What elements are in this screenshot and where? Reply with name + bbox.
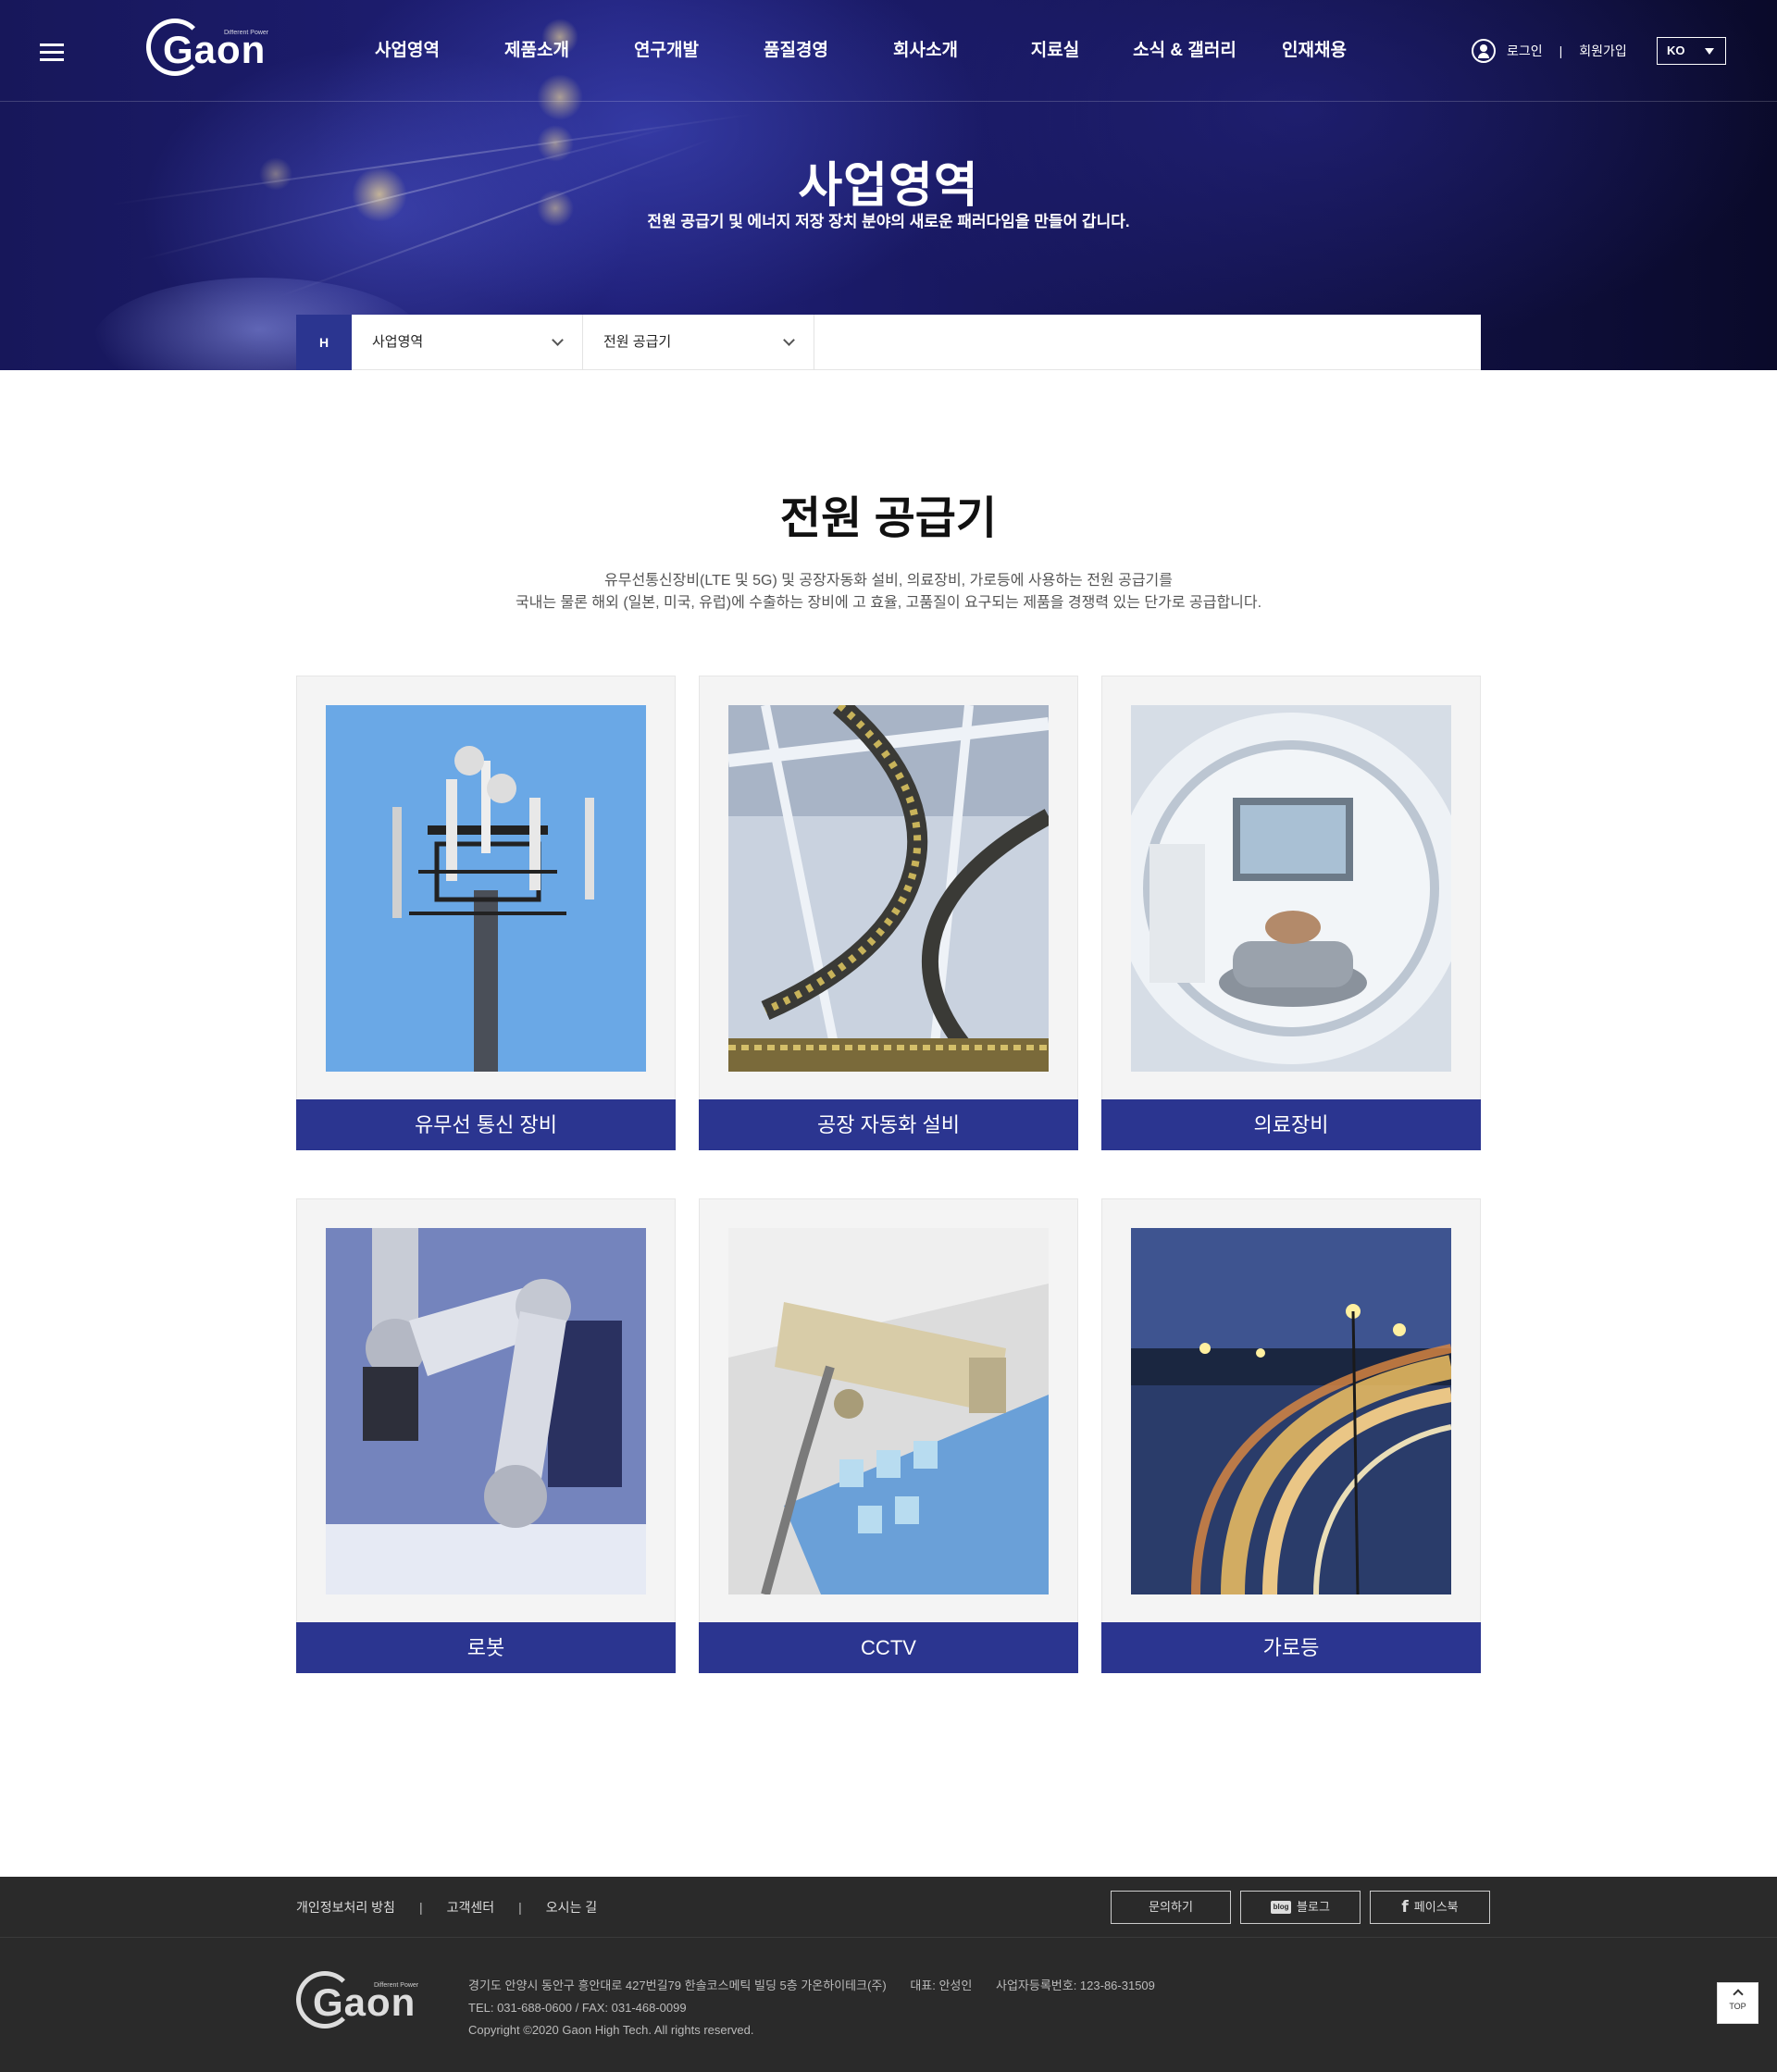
street-lights-photo [1131, 1228, 1451, 1594]
footer-logo-tagline: Different Power [374, 1982, 419, 1989]
breadcrumb-level1-label: 사업영역 [372, 334, 424, 350]
hamburger-menu-icon[interactable] [40, 43, 64, 62]
breadcrumb-level2-select[interactable]: 전원 공급기 [583, 315, 814, 370]
nav-products[interactable]: 제품소개 [472, 0, 602, 102]
blog-button-label: 블로그 [1297, 1900, 1330, 1914]
section-description-line2: 국내는 물론 해외 (일본, 미국, 유럽)에 수출하는 장비에 고 효율, 고… [515, 595, 1262, 611]
nav-careers[interactable]: 인재채용 [1249, 0, 1379, 102]
nav-news-gallery[interactable]: 소식 & 갤러리 [1120, 0, 1249, 102]
user-utility: 로그인 | 회원가입 [1472, 37, 1627, 65]
card-street-lights[interactable]: 가로등 [1101, 1198, 1481, 1673]
footer-buttons: 문의하기 blog 블로그 f 페이스북 [1101, 1891, 1490, 1924]
main-nav: 사업영역 제품소개 연구개발 품질경영 회사소개 지료실 소식 & 갤러리 인재… [342, 0, 1379, 102]
business-number: 사업자등록번호: 123-86-31509 [995, 1979, 1155, 1992]
card-telecom[interactable]: 유무선 통신 장비 [296, 676, 676, 1150]
nav-resources[interactable]: 지료실 [990, 0, 1120, 102]
card-label: 로봇 [296, 1622, 676, 1673]
cell-tower-photo [326, 705, 646, 1072]
card-robot[interactable]: 로봇 [296, 1198, 676, 1673]
card-label: 유무선 통신 장비 [296, 1099, 676, 1150]
chevron-down-icon [783, 334, 795, 346]
scroll-top-label: TOP [1729, 2002, 1746, 2011]
gaon-logo[interactable]: Gaon Different Power [146, 15, 276, 80]
cctv-camera-photo [728, 1228, 1049, 1594]
arrow-up-icon [1732, 1989, 1744, 2000]
util-separator: | [1559, 43, 1563, 58]
inquiry-button-label: 문의하기 [1149, 1900, 1193, 1914]
directions-link[interactable]: 오시는 길 [546, 1898, 597, 1917]
section-description: 유무선통신장비(LTE 및 5G) 및 공장자동화 설비, 의료장비, 가로등에… [0, 570, 1777, 614]
breadcrumb-level2-label: 전원 공급기 [603, 334, 672, 350]
mri-scanner-photo [1131, 705, 1451, 1072]
robot-arm-photo [326, 1228, 646, 1594]
facebook-button-label: 페이스북 [1413, 1900, 1459, 1914]
caret-down-icon [1705, 48, 1714, 55]
card-label: 공장 자동화 설비 [699, 1099, 1078, 1150]
blog-icon: blog [1271, 1901, 1292, 1914]
footer-top: 개인정보처리 방침 | 고객센터 | 오시는 길 문의하기 blog 블로그 f… [0, 1877, 1777, 1938]
copyright: Copyright ©2020 Gaon High Tech. All righ… [468, 2023, 754, 2037]
company-contact: TEL: 031-688-0600 / FAX: 031-468-0099 [468, 2001, 687, 2015]
facebook-button[interactable]: f 페이스북 [1370, 1891, 1490, 1924]
nav-business[interactable]: 사업영역 [342, 0, 472, 102]
login-link[interactable]: 로그인 [1507, 42, 1543, 60]
company-address: 경기도 안양시 동안구 흥안대로 427번길79 한솔코스메틱 빌딩 5층 가온… [468, 1979, 887, 1992]
company-info: 경기도 안양시 동안구 흥안대로 427번길79 한솔코스메틱 빌딩 5층 가온… [468, 1975, 1175, 2041]
footer-links: 개인정보처리 방침 | 고객센터 | 오시는 길 [296, 1877, 597, 1938]
user-icon[interactable] [1472, 39, 1496, 63]
card-cctv[interactable]: CCTV [699, 1198, 1078, 1673]
breadcrumb-home-button[interactable]: H [296, 315, 352, 370]
facebook-icon: f [1401, 1898, 1409, 1917]
footer-bottom: Gaon Different Power 경기도 안양시 동안구 흥안대로 42… [0, 1938, 1777, 2072]
signup-link[interactable]: 회원가입 [1579, 42, 1627, 60]
breadcrumb: H 사업영역 전원 공급기 [296, 315, 1481, 370]
card-label: 의료장비 [1101, 1099, 1481, 1150]
card-medical[interactable]: 의료장비 [1101, 676, 1481, 1150]
factory-conveyor-photo [728, 705, 1049, 1072]
inquiry-button[interactable]: 문의하기 [1111, 1891, 1231, 1924]
page-subtitle: 전원 공급기 및 에너지 저장 장치 분야의 새로운 패러다임을 만들어 갑니다… [647, 213, 1130, 230]
company-ceo: 대표: 안성인 [910, 1979, 973, 1992]
section-title: 전원 공급기 [779, 494, 998, 543]
top-navigation: Gaon Different Power 사업영역 제품소개 연구개발 품질경영… [0, 0, 1777, 102]
privacy-policy-link[interactable]: 개인정보처리 방침 [296, 1898, 395, 1917]
blog-button[interactable]: blog 블로그 [1240, 1891, 1361, 1924]
nav-research[interactable]: 연구개발 [602, 0, 731, 102]
chevron-down-icon [552, 334, 564, 346]
scroll-top-button[interactable]: TOP [1717, 1982, 1758, 2024]
footer-link-separator: | [518, 1900, 522, 1915]
nav-company[interactable]: 회사소개 [861, 0, 990, 102]
card-label: 가로등 [1101, 1622, 1481, 1673]
card-label: CCTV [699, 1622, 1078, 1673]
language-select[interactable]: KO [1657, 37, 1726, 65]
footer-link-separator: | [418, 1900, 423, 1915]
customer-center-link[interactable]: 고객센터 [447, 1898, 495, 1917]
footer-logo: Gaon Different Power [296, 1967, 426, 2032]
page-title: 사업영역 [798, 159, 979, 213]
card-factory-automation[interactable]: 공장 자동화 설비 [699, 676, 1078, 1150]
logo-tagline: Different Power [224, 30, 269, 36]
language-value: KO [1667, 43, 1685, 57]
section-description-line1: 유무선통신장비(LTE 및 5G) 및 공장자동화 설비, 의료장비, 가로등에… [604, 573, 1173, 589]
nav-quality[interactable]: 품질경영 [731, 0, 861, 102]
breadcrumb-level1-select[interactable]: 사업영역 [352, 315, 583, 370]
